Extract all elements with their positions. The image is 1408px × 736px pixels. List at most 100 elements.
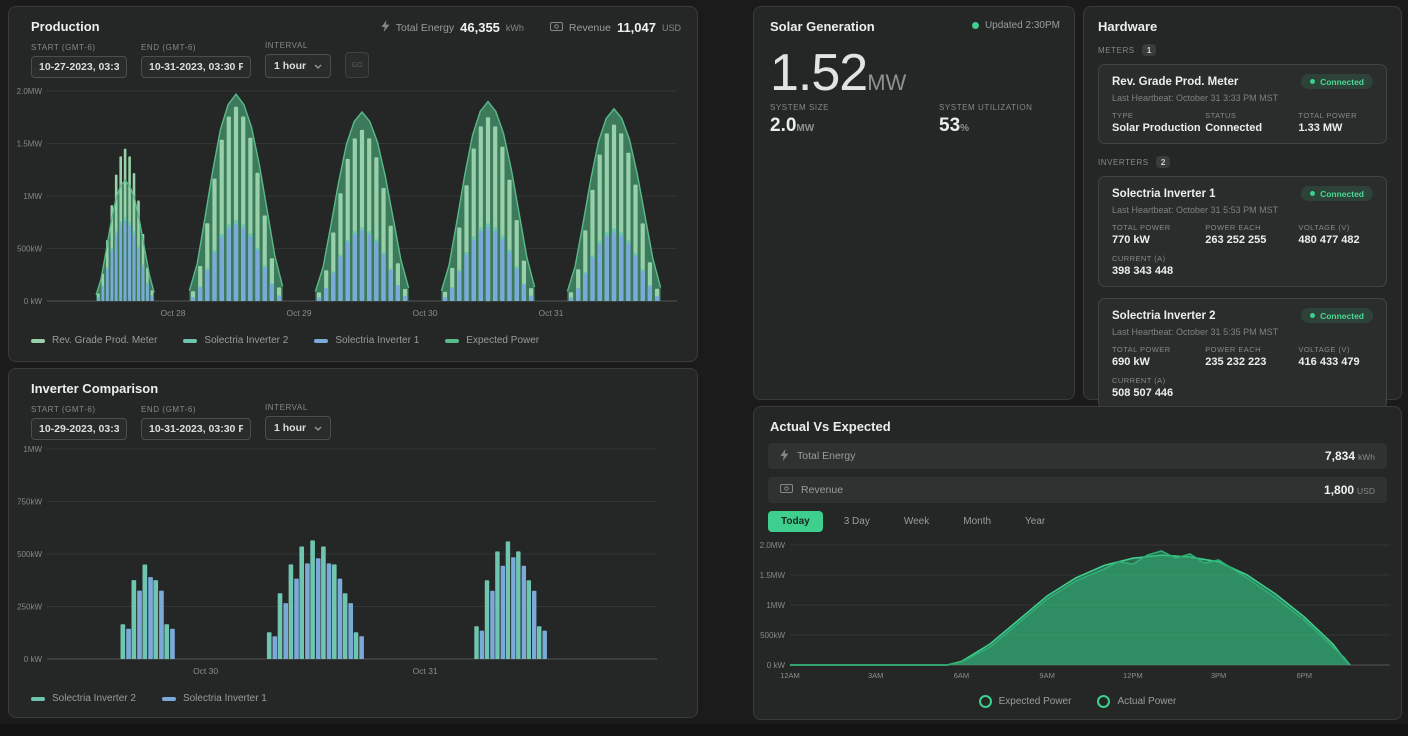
system-size-unit: MW (796, 123, 814, 134)
inverters-label: INVERTERS (1098, 158, 1149, 167)
hardware-panel: Hardware METERS 1 Rev. Grade Prod. Meter… (1083, 6, 1402, 400)
tab-year[interactable]: Year (1012, 511, 1058, 532)
system-size-label: SYSTEM SIZE (770, 103, 829, 112)
start-date-input[interactable] (31, 418, 127, 440)
svg-text:Oct 31: Oct 31 (413, 666, 438, 676)
banknote-icon (550, 22, 563, 34)
connected-badge: Connected (1301, 186, 1373, 201)
tab-week[interactable]: Week (891, 511, 942, 532)
end-date-input[interactable] (141, 418, 251, 440)
svg-text:750kW: 750kW (17, 497, 42, 506)
revenue-unit: USD (662, 23, 681, 33)
actual-vs-expected-chart[interactable]: 2.0MW1.5MW1MW500kW0 kW12AM3AM6AM9AM12PM3… (760, 537, 1397, 689)
svg-text:Oct 31: Oct 31 (538, 308, 563, 318)
inverter-field: CURRENT (A)398 343 448 (1112, 254, 1205, 277)
current-generation: 1.52MW (770, 47, 906, 99)
tab-3-day[interactable]: 3 Day (831, 511, 883, 532)
generation-value: 1.52 (770, 44, 867, 102)
dashboard: Production Total Energy 46,355 kWh Reven… (0, 0, 1408, 736)
inverter-comparison-title: Inverter Comparison (31, 381, 158, 396)
bolt-icon (780, 449, 789, 464)
status-dot (972, 22, 979, 29)
meters-label: METERS (1098, 46, 1135, 55)
legend-label: Solectria Inverter 1 (335, 335, 419, 346)
interval-select[interactable]: 1 hour (265, 416, 331, 440)
legend-item: Expected Power (445, 335, 539, 346)
updated-text: Updated 2:30PM (985, 20, 1060, 31)
actual-vs-expected-title: Actual Vs Expected (770, 419, 891, 434)
inverter-field: TOTAL POWER770 kW (1112, 223, 1205, 246)
legend-swatch (31, 697, 45, 701)
legend-label: Expected Power (999, 696, 1072, 707)
interval-select[interactable]: 1 hour (265, 54, 331, 78)
interval-label: INTERVAL (265, 403, 331, 412)
legend-item: Actual Power (1097, 695, 1176, 708)
svg-text:1.5MW: 1.5MW (17, 139, 42, 148)
legend-item: Solectria Inverter 2 (183, 335, 288, 346)
revenue-value: 11,047 (617, 20, 656, 35)
legend-item: Rev. Grade Prod. Meter (31, 335, 157, 346)
legend-ring (979, 695, 992, 708)
revenue-stat: Revenue 11,047 USD (550, 20, 681, 35)
chevron-down-icon (314, 422, 322, 434)
utilization-label: SYSTEM UTILIZATION (939, 103, 1033, 112)
svg-text:0 kW: 0 kW (24, 655, 43, 664)
actual-vs-expected-legend: Expected Power Actual Power (754, 695, 1401, 708)
legend-item: Expected Power (979, 695, 1072, 708)
inverter-comparison-controls: START (GMT-6) END (GMT-6) INTERVAL 1 hou… (31, 403, 331, 440)
total-energy-unit: kWh (506, 23, 524, 33)
svg-text:1MW: 1MW (766, 601, 785, 610)
solar-generation-panel: Solar Generation Updated 2:30PM 1.52MW S… (753, 6, 1075, 400)
svg-text:Oct 29: Oct 29 (286, 308, 311, 318)
actual-vs-expected-panel: Actual Vs Expected Total Energy 7,834kWh… (753, 406, 1402, 720)
svg-text:250kW: 250kW (17, 602, 42, 611)
inverter-card: Solectria Inverter 1 Connected Last Hear… (1098, 176, 1387, 287)
end-date-input[interactable] (141, 56, 251, 78)
updated-status: Updated 2:30PM (972, 20, 1060, 31)
tab-month[interactable]: Month (950, 511, 1004, 532)
revenue-row: Revenue 1,800USD (768, 477, 1387, 503)
inverter-card: Solectria Inverter 2 Connected Last Hear… (1098, 298, 1387, 409)
production-legend: Rev. Grade Prod. Meter Solectria Inverte… (31, 335, 539, 346)
meters-section-label: METERS 1 (1098, 44, 1387, 56)
production-title: Production (31, 19, 100, 34)
inverter-comparison-chart[interactable]: 1MW750kW500kW250kW0 kWOct 30Oct 31 (17, 441, 691, 687)
svg-text:500kW: 500kW (17, 550, 42, 559)
svg-text:500kW: 500kW (17, 244, 42, 253)
tab-today[interactable]: Today (768, 511, 823, 532)
legend-ring (1097, 695, 1110, 708)
legend-label: Solectria Inverter 2 (204, 335, 288, 346)
svg-text:2.0MW: 2.0MW (760, 541, 785, 550)
inverter-field: POWER EACH235 232 223 (1205, 345, 1298, 368)
start-date-input[interactable] (31, 56, 127, 78)
total-energy-value: 46,355 (460, 20, 500, 35)
production-stats: Total Energy 46,355 kWh Revenue 11,047 U… (381, 20, 681, 35)
svg-text:Oct 28: Oct 28 (160, 308, 185, 318)
meter-field: STATUSConnected (1205, 111, 1298, 134)
end-label: END (GMT-6) (141, 405, 251, 414)
meter-card: Rev. Grade Prod. Meter Connected Last He… (1098, 64, 1387, 144)
inverter-field: TOTAL POWER690 kW (1112, 345, 1205, 368)
interval-label: INTERVAL (265, 41, 331, 50)
row-label: Revenue (801, 484, 843, 496)
revenue-label: Revenue (569, 22, 611, 34)
legend-label: Solectria Inverter 2 (52, 693, 136, 704)
svg-text:3PM: 3PM (1211, 671, 1226, 680)
svg-text:0 kW: 0 kW (767, 661, 786, 670)
svg-text:500kW: 500kW (760, 631, 785, 640)
inverter-heartbeat: Last Heartbeat: October 31 5:35 PM MST (1112, 327, 1373, 337)
apply-range-button[interactable]: GO (345, 52, 369, 78)
inverter-heartbeat: Last Heartbeat: October 31 5:53 PM MST (1112, 205, 1373, 215)
svg-text:3AM: 3AM (868, 671, 883, 680)
svg-text:1MW: 1MW (23, 445, 42, 454)
solar-generation-title: Solar Generation (770, 19, 875, 34)
svg-text:1MW: 1MW (23, 192, 42, 201)
svg-text:0 kW: 0 kW (24, 297, 43, 306)
legend-swatch (314, 339, 328, 343)
inverter-field: VOLTAGE (V)416 433 479 (1298, 345, 1373, 368)
svg-text:Oct 30: Oct 30 (412, 308, 437, 318)
legend-label: Expected Power (466, 335, 539, 346)
svg-text:1.5MW: 1.5MW (760, 571, 785, 580)
legend-item: Solectria Inverter 2 (31, 693, 136, 704)
production-chart[interactable]: 2.0MW1.5MW1MW500kW0 kWOct 28Oct 29Oct 30… (17, 81, 691, 329)
